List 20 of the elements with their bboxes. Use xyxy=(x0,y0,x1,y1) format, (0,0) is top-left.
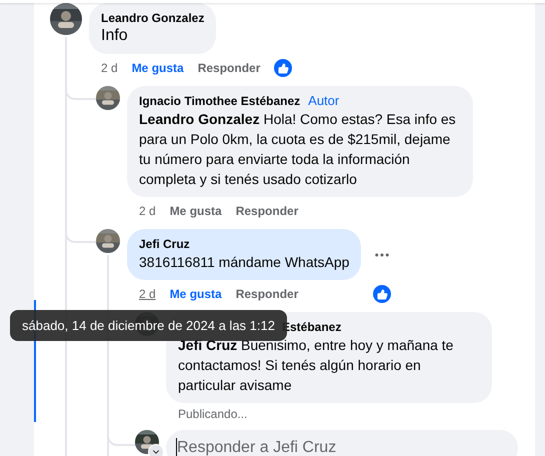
comment-time[interactable]: 2 d xyxy=(139,204,156,218)
reply-link[interactable]: Responder xyxy=(236,204,298,218)
like-link[interactable]: Me gusta xyxy=(170,204,222,218)
reply-link[interactable]: Responder xyxy=(198,61,260,75)
reply-link[interactable]: Responder xyxy=(236,287,298,301)
comment-text: Leandro Gonzalez Hola! Como estas? Esa info es para un Polo 0km, la cuota es de $215mil, dejame tu número para enviarte toda la información completa y si tenés usado cotizarlo xyxy=(139,110,457,189)
comment-author[interactable]: Leandro Gonzalez xyxy=(101,10,204,26)
comment-author[interactable]: Jefi Cruz xyxy=(139,236,190,252)
like-link[interactable]: Me gusta xyxy=(132,61,184,75)
chevron-down-icon[interactable] xyxy=(148,444,164,456)
posting-status: Publicando... xyxy=(177,406,248,421)
like-link[interactable]: Me gusta xyxy=(170,287,222,301)
author-label: Autor xyxy=(308,93,340,108)
comment-author[interactable]: Ignacio Timothee Estébanez xyxy=(139,93,300,109)
comment-time[interactable]: 2 d xyxy=(101,61,118,75)
comment-text: 3816116811 mándame WhatsApp xyxy=(139,253,350,272)
comment-text: Info xyxy=(101,26,129,46)
comment-text: Jefi Cruz Buenisimo, entre hoy y mañana te contactamos! Si tenés algún horario en particular avisame xyxy=(178,336,454,395)
reply-field[interactable]: Responder a Jefi Cruz xyxy=(166,430,518,456)
comment-time[interactable]: 2 d xyxy=(139,287,156,301)
